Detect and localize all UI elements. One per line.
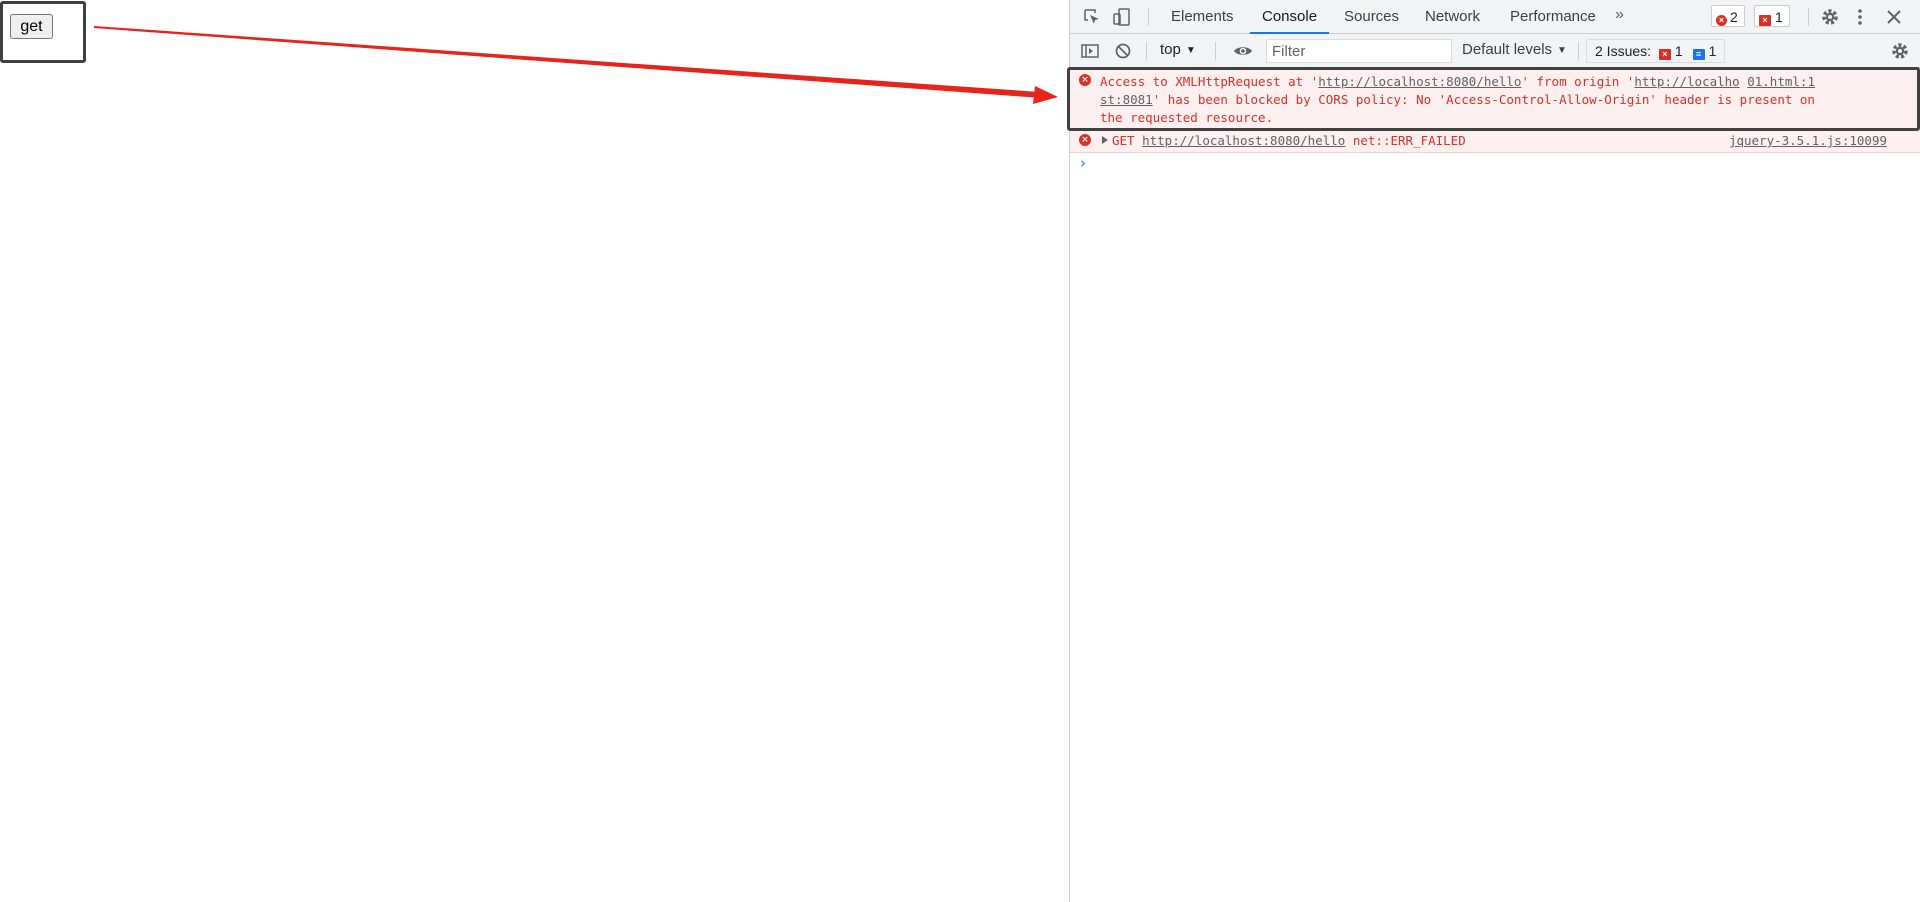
live-expression-eye-icon[interactable] — [1233, 41, 1253, 61]
close-icon[interactable] — [1884, 7, 1904, 27]
error-circle-icon: × — [1079, 74, 1091, 86]
tab-console[interactable]: Console — [1249, 0, 1330, 34]
devtools-panel: Elements Console Sources Network Perform… — [1069, 0, 1920, 902]
log-levels-label: Default levels — [1462, 41, 1553, 58]
error-count: 2 — [1730, 9, 1738, 25]
log-levels-dropdown[interactable]: Default levels ▼ — [1462, 41, 1567, 58]
inspect-element-icon[interactable] — [1082, 7, 1102, 27]
issues-info-count: 1 — [1708, 43, 1717, 59]
source-location-link[interactable]: jquery-3.5.1.js:10099 — [1729, 132, 1887, 150]
issues-label: 2 Issues: — [1595, 43, 1652, 59]
issues-button[interactable]: 2 Issues: × 1 ≡ 1 — [1586, 39, 1726, 63]
toolbar-divider — [1578, 42, 1579, 60]
filter-input[interactable] — [1266, 39, 1452, 63]
issue-error-icon: × — [1658, 49, 1671, 60]
settings-gear-icon[interactable] — [1820, 7, 1840, 27]
network-error: net::ERR_FAILED — [1352, 133, 1466, 148]
issue-counter[interactable]: × 1 — [1754, 5, 1790, 27]
console-error-message: × Access to XMLHttpRequest at 'http://lo… — [1070, 68, 1920, 130]
tab-performance[interactable]: Performance — [1510, 0, 1596, 33]
message-text: Access to XMLHttpRequest at ' — [1100, 74, 1319, 89]
tab-sources[interactable]: Sources — [1344, 0, 1399, 33]
origin-url-link[interactable]: st:8081 — [1100, 92, 1153, 107]
console-error-message: × GET http://localhost:8080/hello net::E… — [1070, 130, 1920, 153]
context-selector[interactable]: top ▼ — [1160, 41, 1196, 58]
toolbar-divider — [1215, 42, 1216, 60]
message-line: the requested resource. — [1100, 110, 1274, 125]
issues-error-count: 1 — [1674, 43, 1683, 59]
toolbar-divider — [1148, 8, 1149, 26]
clear-console-icon[interactable] — [1113, 41, 1133, 61]
source-location-link[interactable]: 01.html:1 — [1747, 74, 1815, 89]
sidebar-toggle-icon[interactable] — [1080, 41, 1100, 61]
issue-error-count: 1 — [1775, 9, 1783, 25]
more-tabs-chevron-icon[interactable]: » — [1615, 6, 1624, 24]
toolbar-divider — [1808, 8, 1809, 26]
error-counter[interactable]: × 2 — [1711, 5, 1745, 27]
console-toolbar: top▼ Default levels▼ 2 Issues: ×1 ≡1 — [1070, 34, 1920, 68]
tab-elements[interactable]: Elements — [1171, 0, 1234, 33]
tab-network[interactable]: Network — [1425, 0, 1480, 33]
message-text: ' has been blocked by CORS policy: No 'A… — [1152, 92, 1815, 107]
get-button[interactable]: get — [10, 14, 53, 39]
issue-info-icon: ≡ — [1692, 49, 1705, 60]
toolbar-divider — [1146, 42, 1147, 60]
prompt-chevron-icon: › — [1080, 154, 1086, 172]
error-circle-icon: × — [1079, 134, 1091, 146]
dropdown-caret-icon: ▼ — [1557, 45, 1567, 56]
device-toolbar-icon[interactable] — [1112, 7, 1132, 27]
console-prompt[interactable]: › — [1070, 153, 1920, 175]
message-line: st:8081' has been blocked by CORS policy… — [1100, 91, 1891, 109]
console-messages: × Access to XMLHttpRequest at 'http://lo… — [1070, 68, 1920, 175]
console-settings-gear-icon[interactable] — [1890, 41, 1910, 61]
expand-triangle-icon[interactable] — [1102, 136, 1108, 144]
request-url-link[interactable]: http://localhost:8080/hello — [1318, 74, 1521, 89]
request-url-link[interactable]: http://localhost:8080/hello — [1142, 133, 1345, 148]
dropdown-caret-icon: ▼ — [1185, 45, 1196, 56]
page-viewport: get — [0, 0, 1068, 902]
http-method: GET — [1112, 133, 1135, 148]
message-text: ' from origin ' — [1521, 74, 1635, 89]
message-line: Access to XMLHttpRequest at 'http://loca… — [1100, 73, 1891, 91]
devtools-tabbar: Elements Console Sources Network Perform… — [1070, 0, 1920, 34]
issue-error-icon: × — [1759, 15, 1771, 26]
origin-url-link[interactable]: http://localho — [1634, 74, 1739, 89]
kebab-menu-icon[interactable] — [1850, 7, 1870, 27]
error-circle-icon: × — [1716, 15, 1727, 26]
context-label: top — [1160, 41, 1181, 58]
